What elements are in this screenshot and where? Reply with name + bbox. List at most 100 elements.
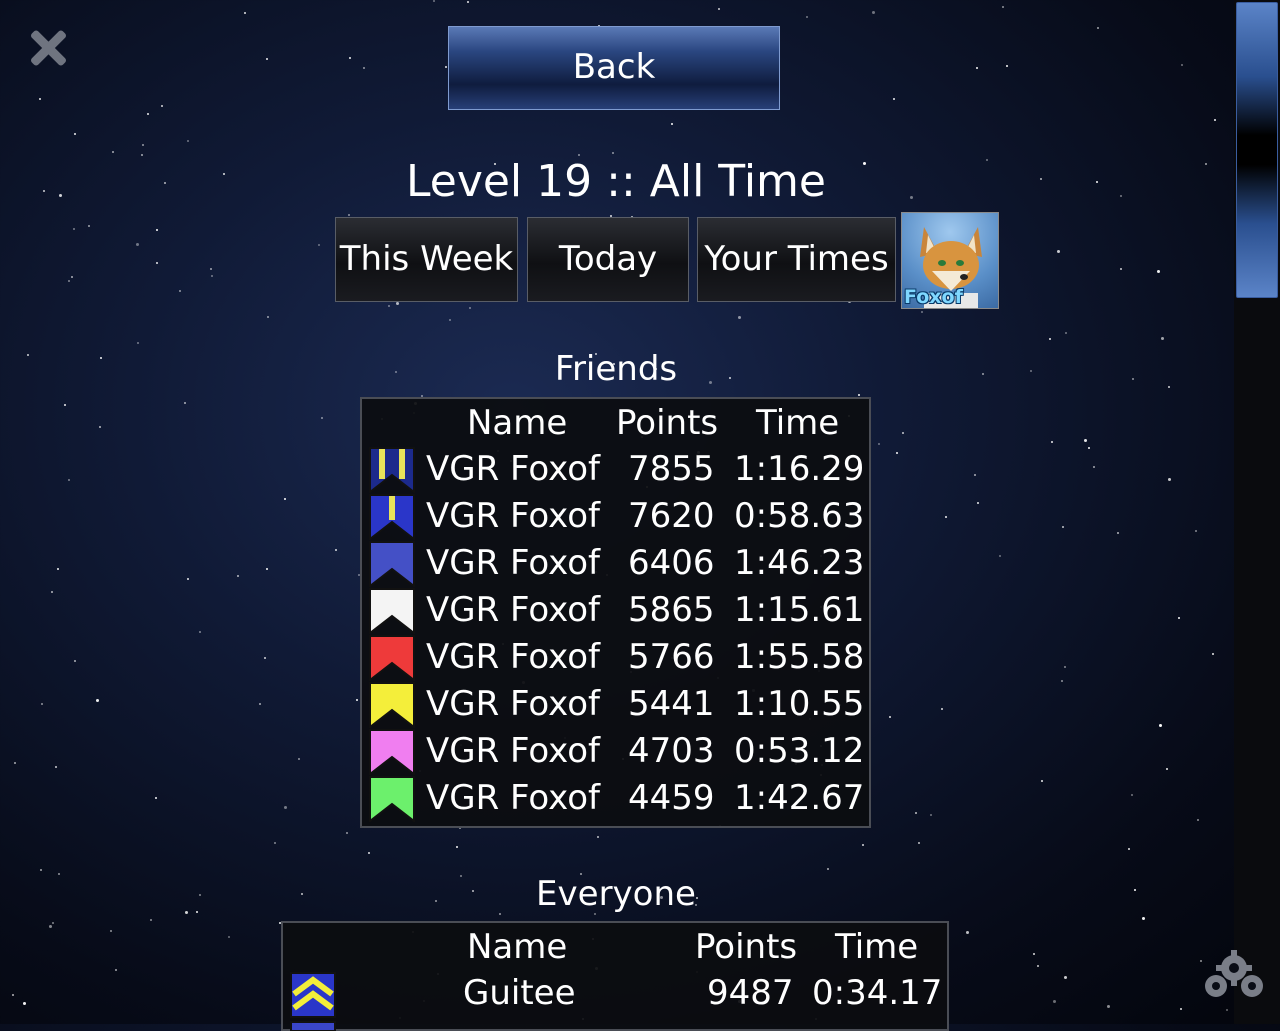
rank-badge-yellow-chevron-icon [290,972,336,1018]
friend-time: 1:16.29 [734,449,865,489]
star [68,280,70,282]
star [456,846,458,848]
friend-points: 5865 [628,590,715,630]
rank-badge-blue-gold-icon [369,494,415,540]
star [161,105,163,107]
star [976,67,978,69]
star [244,12,246,14]
close-icon[interactable] [28,28,68,68]
friend-time: 1:46.23 [734,543,865,583]
star [862,844,864,846]
everyone-leaderboard-panel: Name Points Time Guitee 9487 0:34.17 [281,921,949,1031]
friend-time: 1:10.55 [734,684,865,724]
star [966,931,969,934]
star [1214,119,1216,121]
player-points: 9487 [707,973,794,1013]
friend-points: 5766 [628,637,715,677]
star [1161,337,1164,340]
back-button[interactable]: Back [448,26,780,110]
friend-points: 5441 [628,684,715,724]
star [259,703,261,705]
star [921,311,923,313]
star [858,394,860,396]
star [210,268,212,270]
star [671,123,673,125]
star [893,98,895,100]
star [71,276,73,278]
star [211,275,213,277]
star [1120,268,1122,270]
tab-today[interactable]: Today [527,217,689,302]
friend-time: 1:42.67 [734,778,865,818]
scrollbar-thumb[interactable] [1236,2,1278,298]
rank-badge-green-icon [369,776,415,822]
star [368,852,370,854]
friend-points: 7855 [628,449,715,489]
star [99,426,101,428]
friend-points: 6406 [628,543,715,583]
friend-name: VGR Foxof [426,590,600,630]
star [806,16,808,18]
star [467,1,469,3]
star [1166,768,1168,770]
star [237,575,239,577]
star [284,806,287,809]
star [1226,1009,1228,1011]
star [1064,976,1067,979]
star [55,766,57,768]
star [1097,27,1099,29]
star [96,699,99,702]
player-time: 0:34.17 [812,973,943,1013]
rank-badge-white-icon [369,588,415,634]
star [187,140,189,142]
tab-your-times[interactable]: Your Times [697,217,896,302]
everyone-header-name: Name [467,927,568,967]
star [1157,270,1160,273]
star [1065,332,1067,334]
star [445,66,447,68]
star [179,290,181,292]
rank-badge-pink-icon [369,729,415,775]
rank-badge-blue-icon [369,541,415,587]
friend-name: VGR Foxof [426,778,600,818]
star [941,708,943,710]
gears-icon[interactable] [1200,948,1270,1004]
star [266,568,268,570]
star [1197,819,1199,821]
everyone-header-points: Points [695,927,798,967]
player-name: Guitee [463,973,576,1013]
star [41,703,43,705]
rank-badge-navy-gold-icon [369,447,415,493]
rank-badge-yellow-icon [369,682,415,728]
friend-name: VGR Foxof [426,449,600,489]
star [1057,250,1060,253]
avatar[interactable]: Foxof [901,212,999,309]
star [349,57,351,59]
star [1062,526,1064,528]
friends-header-time: Time [756,403,840,443]
friends-section-title: Friends [554,349,678,389]
avatar-name-label: Foxof [904,286,963,308]
friend-name: VGR Foxof [426,637,600,677]
star [12,994,14,996]
friend-points: 4459 [628,778,715,818]
star [187,578,189,580]
star [110,930,112,932]
star [1002,6,1004,8]
star [298,758,300,760]
friend-points: 7620 [628,496,715,536]
star [137,342,139,344]
friends-header-name: Name [467,403,568,443]
tab-this-week[interactable]: This Week [335,217,518,302]
star [945,516,947,518]
star [1107,1005,1110,1008]
star [1180,1008,1182,1010]
star [147,113,149,115]
star [88,225,90,227]
star [1064,666,1066,668]
star [597,836,599,838]
star [1178,617,1180,619]
star [469,307,471,309]
star [918,842,920,844]
star [1041,780,1043,782]
